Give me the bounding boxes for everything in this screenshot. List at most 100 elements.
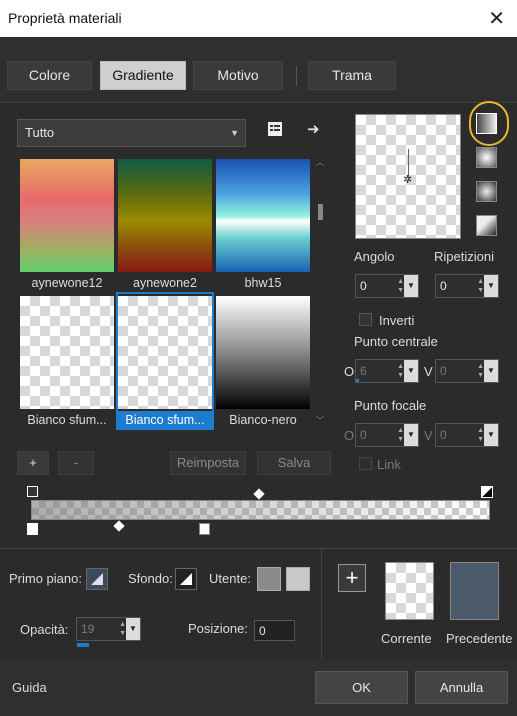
- focal-v-spinner[interactable]: 0 ▲ ▼ ▼: [435, 423, 499, 447]
- center-v-spinner[interactable]: 0 ▲ ▼ ▼: [435, 359, 499, 383]
- gradient-thumb-aynewone2[interactable]: [118, 159, 212, 272]
- background-label: Sfondo:: [128, 571, 173, 586]
- focal-v-label: V: [424, 428, 433, 443]
- chevron-down-icon[interactable]: ▼: [484, 275, 498, 297]
- save-button[interactable]: Salva: [257, 451, 331, 475]
- cancel-button[interactable]: Annulla: [415, 671, 508, 704]
- invert-checkbox[interactable]: [359, 313, 372, 326]
- scrollbar-thumb[interactable]: [318, 204, 323, 220]
- tab-trama[interactable]: Trama: [308, 61, 396, 90]
- help-link[interactable]: Guida: [12, 680, 47, 695]
- close-icon[interactable]: ✕: [488, 6, 505, 31]
- radial-gradient-style-button[interactable]: [476, 181, 497, 202]
- spin-arrows-icon[interactable]: ▲ ▼: [397, 426, 404, 444]
- list-item-label: Bianco-nero: [229, 413, 297, 427]
- color-stop-left[interactable]: [27, 523, 38, 535]
- chevron-down-icon[interactable]: ▼: [484, 360, 498, 382]
- chevron-down-icon[interactable]: ▼: [126, 618, 140, 640]
- list-item-label: Bianco sfum...: [27, 413, 107, 427]
- tab-divider: [296, 66, 297, 86]
- repeats-spinner[interactable]: 0 ▲ ▼ ▼: [435, 274, 499, 298]
- link-label: Link: [377, 457, 401, 472]
- spin-arrows-icon[interactable]: ▲ ▼: [397, 277, 404, 295]
- link-checkbox[interactable]: [359, 457, 372, 470]
- remove-gradient-button[interactable]: -: [58, 451, 94, 475]
- foreground-stop-marker[interactable]: [27, 486, 38, 497]
- add-gradient-button[interactable]: +: [17, 451, 49, 475]
- color-midpoint-marker[interactable]: [113, 520, 125, 532]
- gradient-thumb-bhw15[interactable]: [216, 159, 310, 272]
- arrow-right-icon[interactable]: ➜: [307, 120, 320, 138]
- list-item-label: aynewone12: [31, 276, 103, 290]
- tab-gradiente[interactable]: Gradiente: [100, 61, 186, 90]
- angle-value: 0: [360, 279, 367, 293]
- focal-o-value: 0: [360, 428, 367, 442]
- gradient-thumb-bianco-sfumato-1[interactable]: [20, 296, 114, 409]
- spin-arrows-icon[interactable]: ▲ ▼: [119, 620, 126, 638]
- library-icon[interactable]: [267, 121, 283, 141]
- tab-motivo[interactable]: Motivo: [193, 61, 283, 90]
- repeats-value: 0: [440, 279, 447, 293]
- scroll-down-icon[interactable]: ﹀: [316, 415, 324, 426]
- rectangular-gradient-style-button[interactable]: [476, 147, 497, 168]
- window-title: Proprietà materiali: [8, 10, 122, 26]
- chevron-down-icon[interactable]: ▼: [404, 424, 418, 446]
- gradient-thumb-aynewone12[interactable]: [20, 159, 114, 272]
- tab-colore[interactable]: Colore: [7, 61, 92, 90]
- background-swatch[interactable]: [175, 568, 197, 590]
- focal-point-label: Punto focale: [354, 398, 427, 413]
- spin-arrows-icon[interactable]: ▲ ▼: [477, 362, 484, 380]
- list-item-label: aynewone2: [133, 276, 197, 290]
- user-label: Utente:: [209, 571, 251, 586]
- gradient-thumb-bianco-sfumato-2[interactable]: [118, 296, 212, 409]
- color-stop-right[interactable]: [199, 523, 210, 535]
- focal-v-value: 0: [440, 428, 447, 442]
- gradient-preview[interactable]: ✲: [355, 114, 461, 239]
- center-o-value: 6: [360, 364, 367, 378]
- chevron-down-icon[interactable]: ▼: [404, 360, 418, 382]
- opacity-midpoint-marker[interactable]: [253, 488, 265, 500]
- opacity-spinner[interactable]: 19 ▲ ▼ ▼: [76, 617, 141, 641]
- background-stop-marker[interactable]: [481, 486, 493, 498]
- divider: [321, 549, 322, 659]
- focal-o-spinner[interactable]: 0 ▲ ▼ ▼: [355, 423, 419, 447]
- opacity-value: 19: [81, 622, 95, 636]
- user-color-swatch-1[interactable]: [257, 567, 281, 591]
- chevron-down-icon: ▼: [230, 128, 239, 138]
- add-swatch-button[interactable]: +: [338, 564, 366, 592]
- spin-arrows-icon[interactable]: ▲ ▼: [477, 426, 484, 444]
- current-gradient-swatch[interactable]: [385, 562, 434, 620]
- linear-gradient-style-button[interactable]: [476, 113, 497, 134]
- center-handle[interactable]: ✲: [403, 173, 412, 186]
- list-item-label-selected: Bianco sfum...: [116, 411, 214, 430]
- foreground-label: Primo piano:: [9, 571, 82, 586]
- angle-label: Angolo: [354, 249, 395, 264]
- gradient-list-scrollbar[interactable]: ︿ ﹀: [314, 157, 326, 427]
- chevron-down-icon[interactable]: ▼: [484, 424, 498, 446]
- user-color-swatch-2[interactable]: [286, 567, 310, 591]
- foreground-swatch[interactable]: [86, 568, 108, 590]
- spin-arrows-icon[interactable]: ▲ ▼: [477, 277, 484, 295]
- ok-button[interactable]: OK: [315, 671, 408, 704]
- gradient-list: aynewone12 aynewone2 bhw15 Bianco sfum..…: [17, 155, 313, 430]
- angle-spinner[interactable]: 0 ▲ ▼ ▼: [355, 274, 419, 298]
- center-v-label: V: [424, 364, 433, 379]
- scroll-up-icon[interactable]: ︿: [316, 157, 324, 168]
- position-label: Posizione:: [188, 621, 248, 636]
- invert-label: Inverti: [379, 313, 415, 328]
- gradient-editor-bar[interactable]: [31, 500, 490, 520]
- progress-indicator: [356, 379, 359, 382]
- opacity-label: Opacità:: [20, 622, 69, 637]
- center-o-spinner[interactable]: 6 ▲ ▼ ▼: [355, 359, 419, 383]
- reset-button[interactable]: Reimposta: [170, 451, 246, 475]
- gradient-category-select[interactable]: Tutto ▼: [17, 119, 246, 147]
- spin-arrows-icon[interactable]: ▲ ▼: [397, 362, 404, 380]
- list-item-label: bhw15: [244, 276, 282, 290]
- previous-color-swatch[interactable]: [450, 562, 499, 620]
- gradient-thumb-bianco-nero[interactable]: [216, 296, 310, 409]
- center-o-label: O: [344, 364, 355, 379]
- chevron-down-icon[interactable]: ▼: [404, 275, 418, 297]
- title-bar: Proprietà materiali ✕: [0, 0, 517, 37]
- sunburst-gradient-style-button[interactable]: [476, 215, 497, 236]
- position-input[interactable]: 0: [254, 620, 295, 641]
